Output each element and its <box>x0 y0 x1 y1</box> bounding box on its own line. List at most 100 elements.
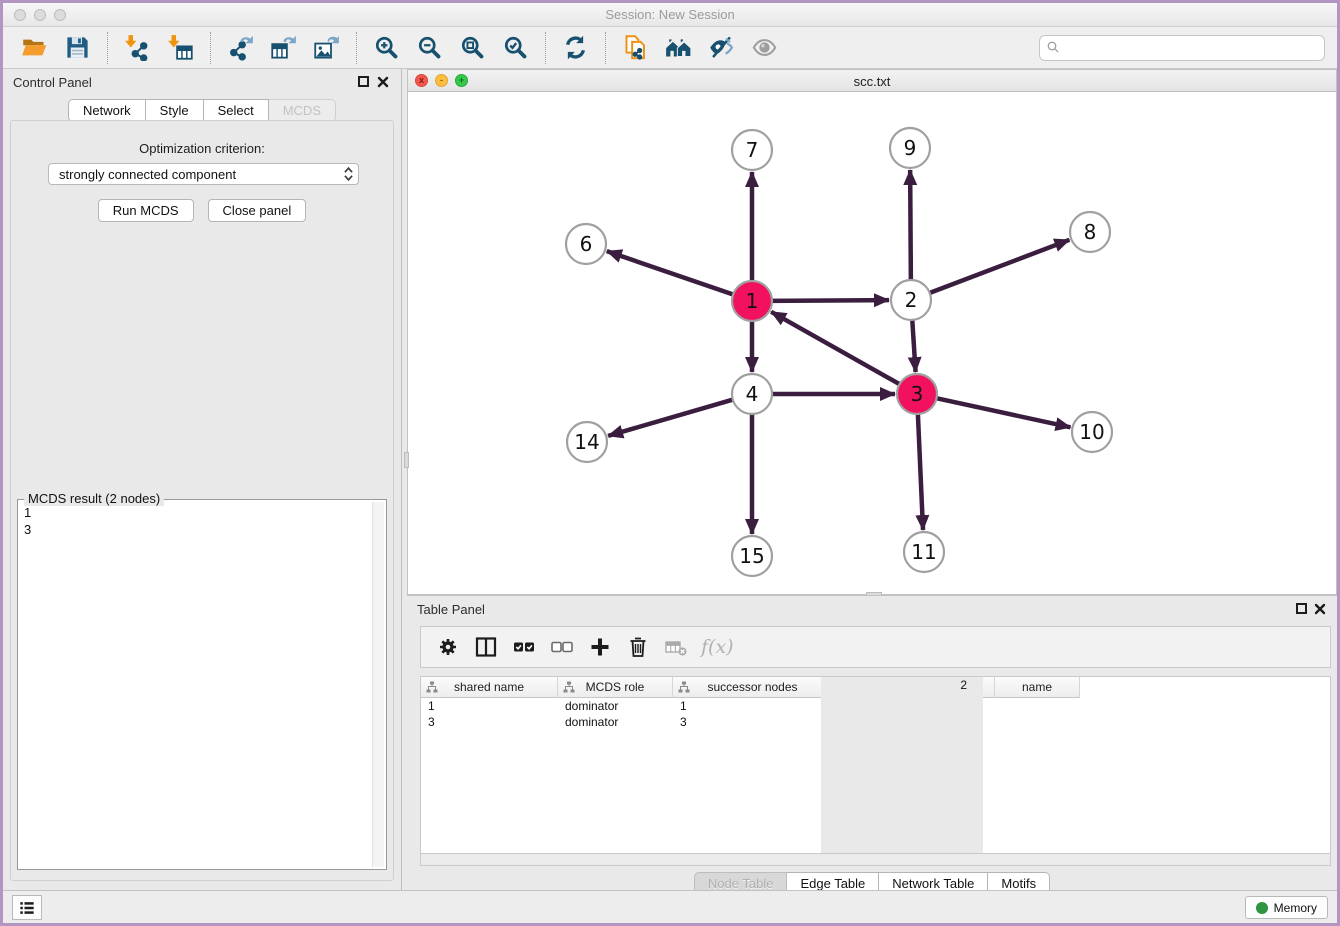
cell-mcds-role[interactable]: dominator <box>558 698 673 714</box>
zoom-selected-icon[interactable] <box>501 33 530 62</box>
export-table-icon[interactable] <box>269 33 298 62</box>
cell-predecessor-nodes[interactable]: 2 <box>821 677 983 853</box>
graph-edge-2-9[interactable] <box>910 170 911 282</box>
split-view-icon[interactable] <box>472 633 500 661</box>
criterion-select[interactable]: strongly connected component <box>48 163 359 185</box>
graph-node-8[interactable]: 8 <box>1070 212 1110 252</box>
open-session-icon[interactable] <box>20 33 49 62</box>
window-title: Session: New Session <box>3 7 1337 22</box>
delete-table-icon <box>662 633 690 661</box>
run-mcds-button[interactable]: Run MCDS <box>98 199 194 222</box>
tab-select[interactable]: Select <box>204 99 269 122</box>
graph-node-7[interactable]: 7 <box>732 130 772 170</box>
graph-node-3[interactable]: 3 <box>897 374 937 414</box>
network-canvas[interactable]: 7 9 6 8 1 2 4 3 14 10 15 11 <box>408 92 1336 594</box>
graph-node-9[interactable]: 9 <box>890 128 930 168</box>
tab-style[interactable]: Style <box>146 99 204 122</box>
table-panel: Table Panel f(x) shared nameMCDS rolesuc… <box>407 595 1337 893</box>
refresh-icon[interactable] <box>561 33 590 62</box>
graph-edge-3-11[interactable] <box>918 412 923 530</box>
column-label: successor nodes <box>707 680 797 694</box>
float-table-panel-icon[interactable] <box>1296 603 1307 614</box>
close-table-panel-icon[interactable] <box>1314 602 1326 614</box>
settings-icon[interactable] <box>434 633 462 661</box>
close-panel-icon[interactable] <box>377 75 389 87</box>
float-panel-icon[interactable] <box>358 76 369 87</box>
toolbar-separator <box>210 32 211 64</box>
save-session-icon[interactable] <box>63 33 92 62</box>
select-all-icon[interactable] <box>510 633 538 661</box>
app-window: Session: New Session Control Panel Netwo… <box>0 0 1340 926</box>
memory-label: Memory <box>1274 901 1317 915</box>
graph-node-15[interactable]: 15 <box>732 536 772 576</box>
graph-node-1[interactable]: 1 <box>732 281 772 321</box>
graph-edge-1-6[interactable] <box>607 251 735 295</box>
cell-name[interactable]: 3 <box>673 714 758 730</box>
svg-text:9: 9 <box>904 136 917 160</box>
mcds-result-box[interactable]: MCDS result (2 nodes) 1 3 <box>17 499 387 870</box>
memory-button[interactable]: Memory <box>1245 896 1328 919</box>
delete-row-icon[interactable] <box>624 633 652 661</box>
network-title: scc.txt <box>408 74 1336 89</box>
export-network-icon[interactable] <box>226 33 255 62</box>
result-scrollbar[interactable] <box>372 502 384 867</box>
table-panel-title: Table Panel <box>417 602 485 617</box>
cell-shared-name[interactable]: 3 <box>421 714 558 730</box>
titlebar: Session: New Session <box>3 3 1337 27</box>
search-box[interactable] <box>1039 35 1325 61</box>
splitter-handle-vertical[interactable] <box>404 452 409 468</box>
control-panel-header: Control Panel <box>3 69 401 95</box>
network-graph: 7 9 6 8 1 2 4 3 14 10 15 11 <box>408 92 1337 595</box>
deselect-all-icon[interactable] <box>548 633 576 661</box>
graph-node-4[interactable]: 4 <box>732 374 772 414</box>
import-table-icon[interactable] <box>166 33 195 62</box>
search-icon <box>1046 40 1061 55</box>
first-neighbors-icon[interactable] <box>664 33 693 62</box>
svg-text:14: 14 <box>574 430 599 454</box>
graph-edge-3-10[interactable] <box>935 398 1071 428</box>
svg-text:10: 10 <box>1079 420 1104 444</box>
table-hscrollbar[interactable] <box>420 854 1331 866</box>
column-header-shared-name[interactable]: shared name <box>421 677 558 698</box>
toolbar-separator <box>605 32 606 64</box>
graph-edge-3-1[interactable] <box>771 312 901 385</box>
column-header-successor-nodes[interactable]: successor nodes <box>673 677 833 698</box>
hierarchy-icon <box>563 681 575 693</box>
tab-mcds[interactable]: MCDS <box>269 99 336 122</box>
hide-graphics-details-icon[interactable] <box>707 33 736 62</box>
cell-mcds-role[interactable]: dominator <box>558 714 673 730</box>
toolbar-separator <box>545 32 546 64</box>
close-panel-button[interactable]: Close panel <box>208 199 307 222</box>
graph-edge-2-3[interactable] <box>912 318 915 372</box>
zoom-fit-icon[interactable] <box>458 33 487 62</box>
column-label: shared name <box>454 680 524 694</box>
clone-network-icon[interactable] <box>621 33 650 62</box>
search-input[interactable] <box>1061 38 1318 58</box>
graph-node-10[interactable]: 10 <box>1072 412 1112 452</box>
table-row[interactable]: 3dominator323 <box>421 714 1330 730</box>
column-header-name[interactable]: name <box>995 677 1080 698</box>
zoom-in-icon[interactable] <box>372 33 401 62</box>
column-label: MCDS role <box>586 680 645 694</box>
graph-node-14[interactable]: 14 <box>567 422 607 462</box>
import-network-icon[interactable] <box>123 33 152 62</box>
svg-text:15: 15 <box>739 544 764 568</box>
graph-edge-1-2[interactable] <box>770 300 889 301</box>
column-header-mcds-role[interactable]: MCDS role <box>558 677 673 698</box>
table-body: 1dominator4113dominator323 <box>421 698 1330 730</box>
graph-edge-4-14[interactable] <box>608 399 735 436</box>
graph-node-6[interactable]: 6 <box>566 224 606 264</box>
cell-name[interactable]: 1 <box>673 698 758 714</box>
export-image-icon[interactable] <box>312 33 341 62</box>
graph-node-11[interactable]: 11 <box>904 532 944 572</box>
control-panel-tabs: NetworkStyleSelectMCDS <box>3 99 401 122</box>
task-history-button[interactable] <box>12 895 42 920</box>
tab-network[interactable]: Network <box>68 99 146 122</box>
add-row-icon[interactable] <box>586 633 614 661</box>
zoom-out-icon[interactable] <box>415 33 444 62</box>
graph-edge-2-8[interactable] <box>928 240 1070 294</box>
svg-text:11: 11 <box>911 540 936 564</box>
graph-node-2[interactable]: 2 <box>891 280 931 320</box>
cell-shared-name[interactable]: 1 <box>421 698 558 714</box>
network-window-titlebar: x - + scc.txt <box>408 70 1336 92</box>
